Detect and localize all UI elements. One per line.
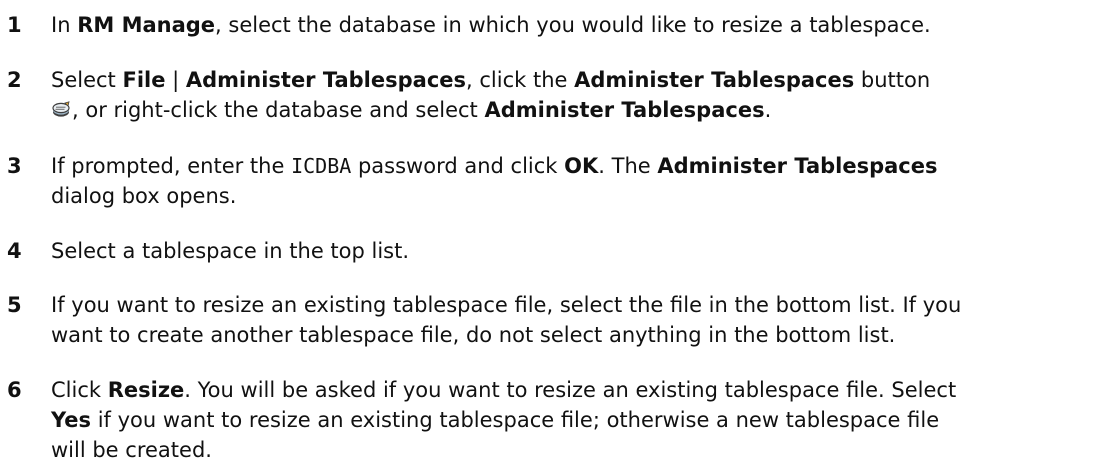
button-name: Resize [107,378,185,402]
step-text: If you want to resize an existing tables… [51,293,962,347]
button-name: Administer Tablespaces [574,68,855,92]
menu-item: Administer Tablespaces [185,68,467,92]
step-number: 6 [7,378,22,402]
step-text: Select a tablespace in the top list. [51,239,410,263]
administer-tablespaces-icon [52,101,70,117]
step-text: If prompted, enter the ICDBA password an… [51,154,938,208]
step-text: Select File | Administer Tablespaces, cl… [51,68,931,122]
menu-item: Administer Tablespaces [484,98,765,122]
dialog-name: Administer Tablespaces [657,154,938,178]
procedure-steps: 1 In RM Manage, select the database in w… [0,0,1106,472]
menu-name: File [122,68,166,92]
app-name: RM Manage [77,13,216,37]
step-number: 2 [7,68,22,92]
step-number: 1 [7,13,22,37]
step-number: 3 [7,154,22,178]
step-text: In RM Manage, select the database in whi… [51,13,931,37]
button-name: OK [564,154,599,178]
step-number: 5 [7,293,22,317]
option-name: Yes [51,408,92,432]
step-number: 4 [7,239,22,263]
step-text: Click Resize. You will be asked if you w… [51,378,957,462]
code-text: ICDBA [291,154,352,178]
